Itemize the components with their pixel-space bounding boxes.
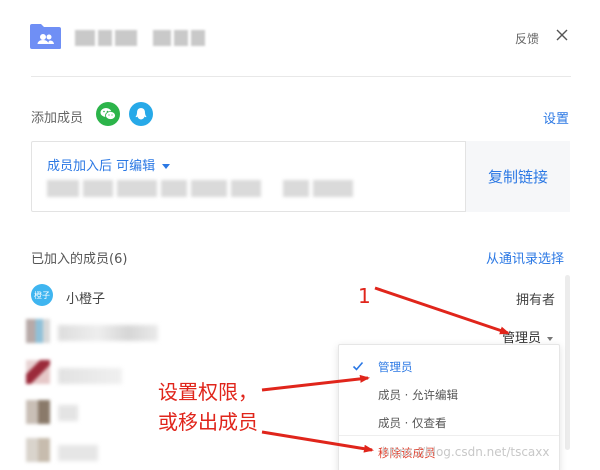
- watermark: https://blog.csdn.net/tscaxx: [382, 445, 550, 459]
- member-name-blurred: [58, 325, 158, 341]
- member-name: 小橙子: [66, 292, 106, 307]
- menu-item-member-edit[interactable]: 成员 · 允许编辑: [339, 381, 559, 409]
- avatar: [26, 438, 50, 462]
- annotation-line: 设置权限，: [158, 380, 258, 404]
- team-title-blurred: [75, 29, 205, 47]
- avatar: [26, 360, 50, 384]
- menu-item-member-view[interactable]: 成员 · 仅查看: [339, 409, 559, 437]
- caret-down-icon: [547, 336, 554, 341]
- menu-item-label: 成员 · 仅查看: [378, 416, 447, 430]
- join-permission-label: 成员加入后 可编辑: [47, 159, 156, 174]
- add-members-label: 添加成员: [31, 111, 84, 126]
- team-folder-icon: [29, 23, 62, 50]
- menu-item-label: 成员 · 允许编辑: [378, 388, 458, 402]
- close-icon[interactable]: [554, 27, 570, 43]
- member-name-blurred: [58, 368, 122, 384]
- annotation-line: 或移出成员: [158, 410, 258, 434]
- check-icon: [352, 360, 364, 372]
- menu-divider: [339, 435, 559, 436]
- menu-item-admin[interactable]: 管理员: [339, 353, 559, 381]
- annotation-arrow: [374, 286, 510, 335]
- feedback-link[interactable]: 反馈: [515, 30, 539, 47]
- owner-role-label: 拥有者: [516, 293, 556, 308]
- avatar: [26, 400, 50, 424]
- invite-link-blurred: [47, 180, 353, 197]
- caret-down-icon: [162, 164, 171, 169]
- settings-link[interactable]: 设置: [543, 108, 569, 127]
- header-divider: [31, 76, 571, 77]
- select-from-contacts-link[interactable]: 从通讯录选择: [486, 248, 564, 267]
- member-name-blurred: [58, 445, 98, 461]
- qq-icon[interactable]: [129, 102, 153, 126]
- joined-members-label: 已加入的成员(6): [31, 252, 128, 267]
- join-permission-dropdown[interactable]: 成员加入后 可编辑: [47, 155, 171, 174]
- annotation-text: 设置权限， 或移出成员: [158, 377, 258, 437]
- wechat-icon[interactable]: [96, 102, 120, 126]
- annotation-number: 1: [358, 284, 371, 308]
- copy-link-button[interactable]: 复制链接: [465, 141, 570, 212]
- avatar: 橙子: [31, 284, 53, 306]
- member-name-blurred: [58, 405, 78, 421]
- members-scrollbar[interactable]: [565, 275, 570, 450]
- menu-item-label: 管理员: [378, 360, 413, 374]
- avatar: [26, 319, 50, 343]
